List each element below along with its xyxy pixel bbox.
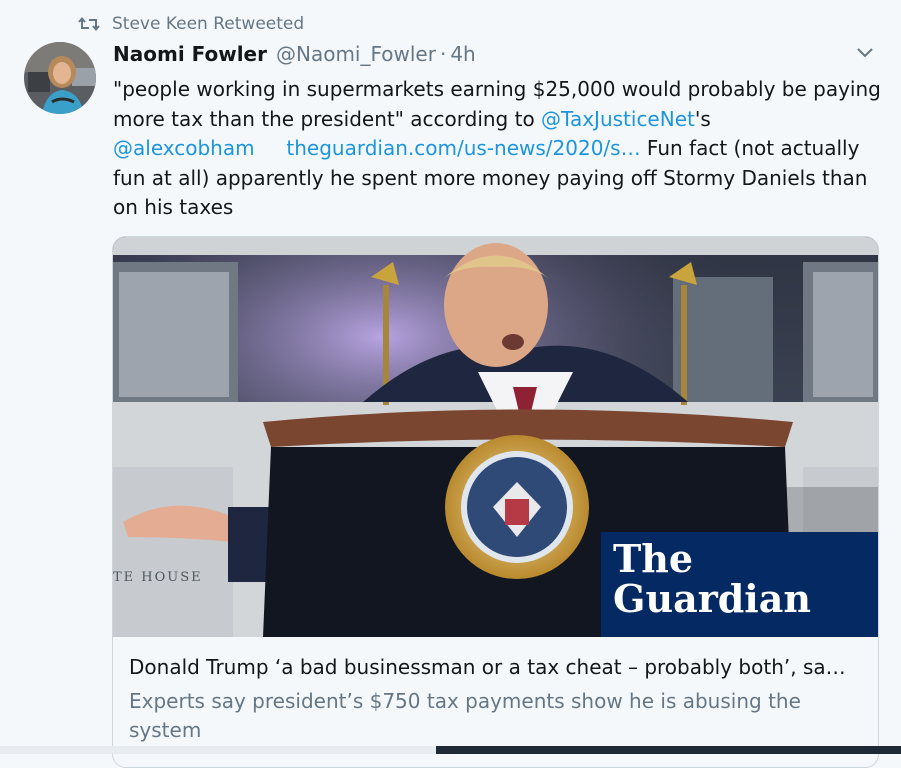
- retweet-label: Steve Keen Retweeted: [112, 14, 305, 34]
- author-handle[interactable]: @Naomi_Fowler: [276, 42, 436, 66]
- tweet[interactable]: Steve Keen Retweeted Naomi Fowler @Naomi…: [0, 0, 901, 768]
- tweet-text-part: 's: [694, 106, 711, 131]
- mention-link[interactable]: @TaxJusticeNet: [541, 107, 695, 131]
- footer-divider: [0, 746, 436, 754]
- house-text: TE HOUSE: [113, 570, 203, 585]
- footer-dark-strip: [436, 746, 901, 754]
- card-title[interactable]: Donald Trump ‘a bad businessman or a tax…: [129, 655, 869, 679]
- separator: ·: [439, 42, 447, 66]
- guardian-logo-line2: Guardian: [613, 576, 811, 621]
- url-link[interactable]: theguardian.com/us-news/2020/s…: [286, 136, 640, 160]
- mention-link[interactable]: @alexcobham: [113, 136, 255, 160]
- tweet-header: Naomi Fowler @Naomi_Fowler · 4h: [113, 42, 476, 66]
- tweet-text: "people working in supermarkets earning …: [113, 75, 883, 223]
- card-description: Experts say president’s $750 tax payment…: [129, 689, 801, 742]
- author-name[interactable]: Naomi Fowler: [113, 42, 267, 66]
- link-card[interactable]: TE HOUSE The Guardian Donald Trump ‘a ba…: [112, 236, 879, 768]
- card-image: TE HOUSE The Guardian: [113, 237, 878, 637]
- retweet-icon: [78, 15, 100, 33]
- guardian-logo-line1: The: [613, 536, 693, 581]
- timestamp[interactable]: 4h: [450, 42, 475, 66]
- chevron-down-icon[interactable]: [852, 42, 878, 64]
- avatar[interactable]: [24, 42, 96, 114]
- retweet-context[interactable]: Steve Keen Retweeted: [78, 11, 304, 37]
- tweet-text-part: "people working in supermarkets earning …: [113, 77, 881, 131]
